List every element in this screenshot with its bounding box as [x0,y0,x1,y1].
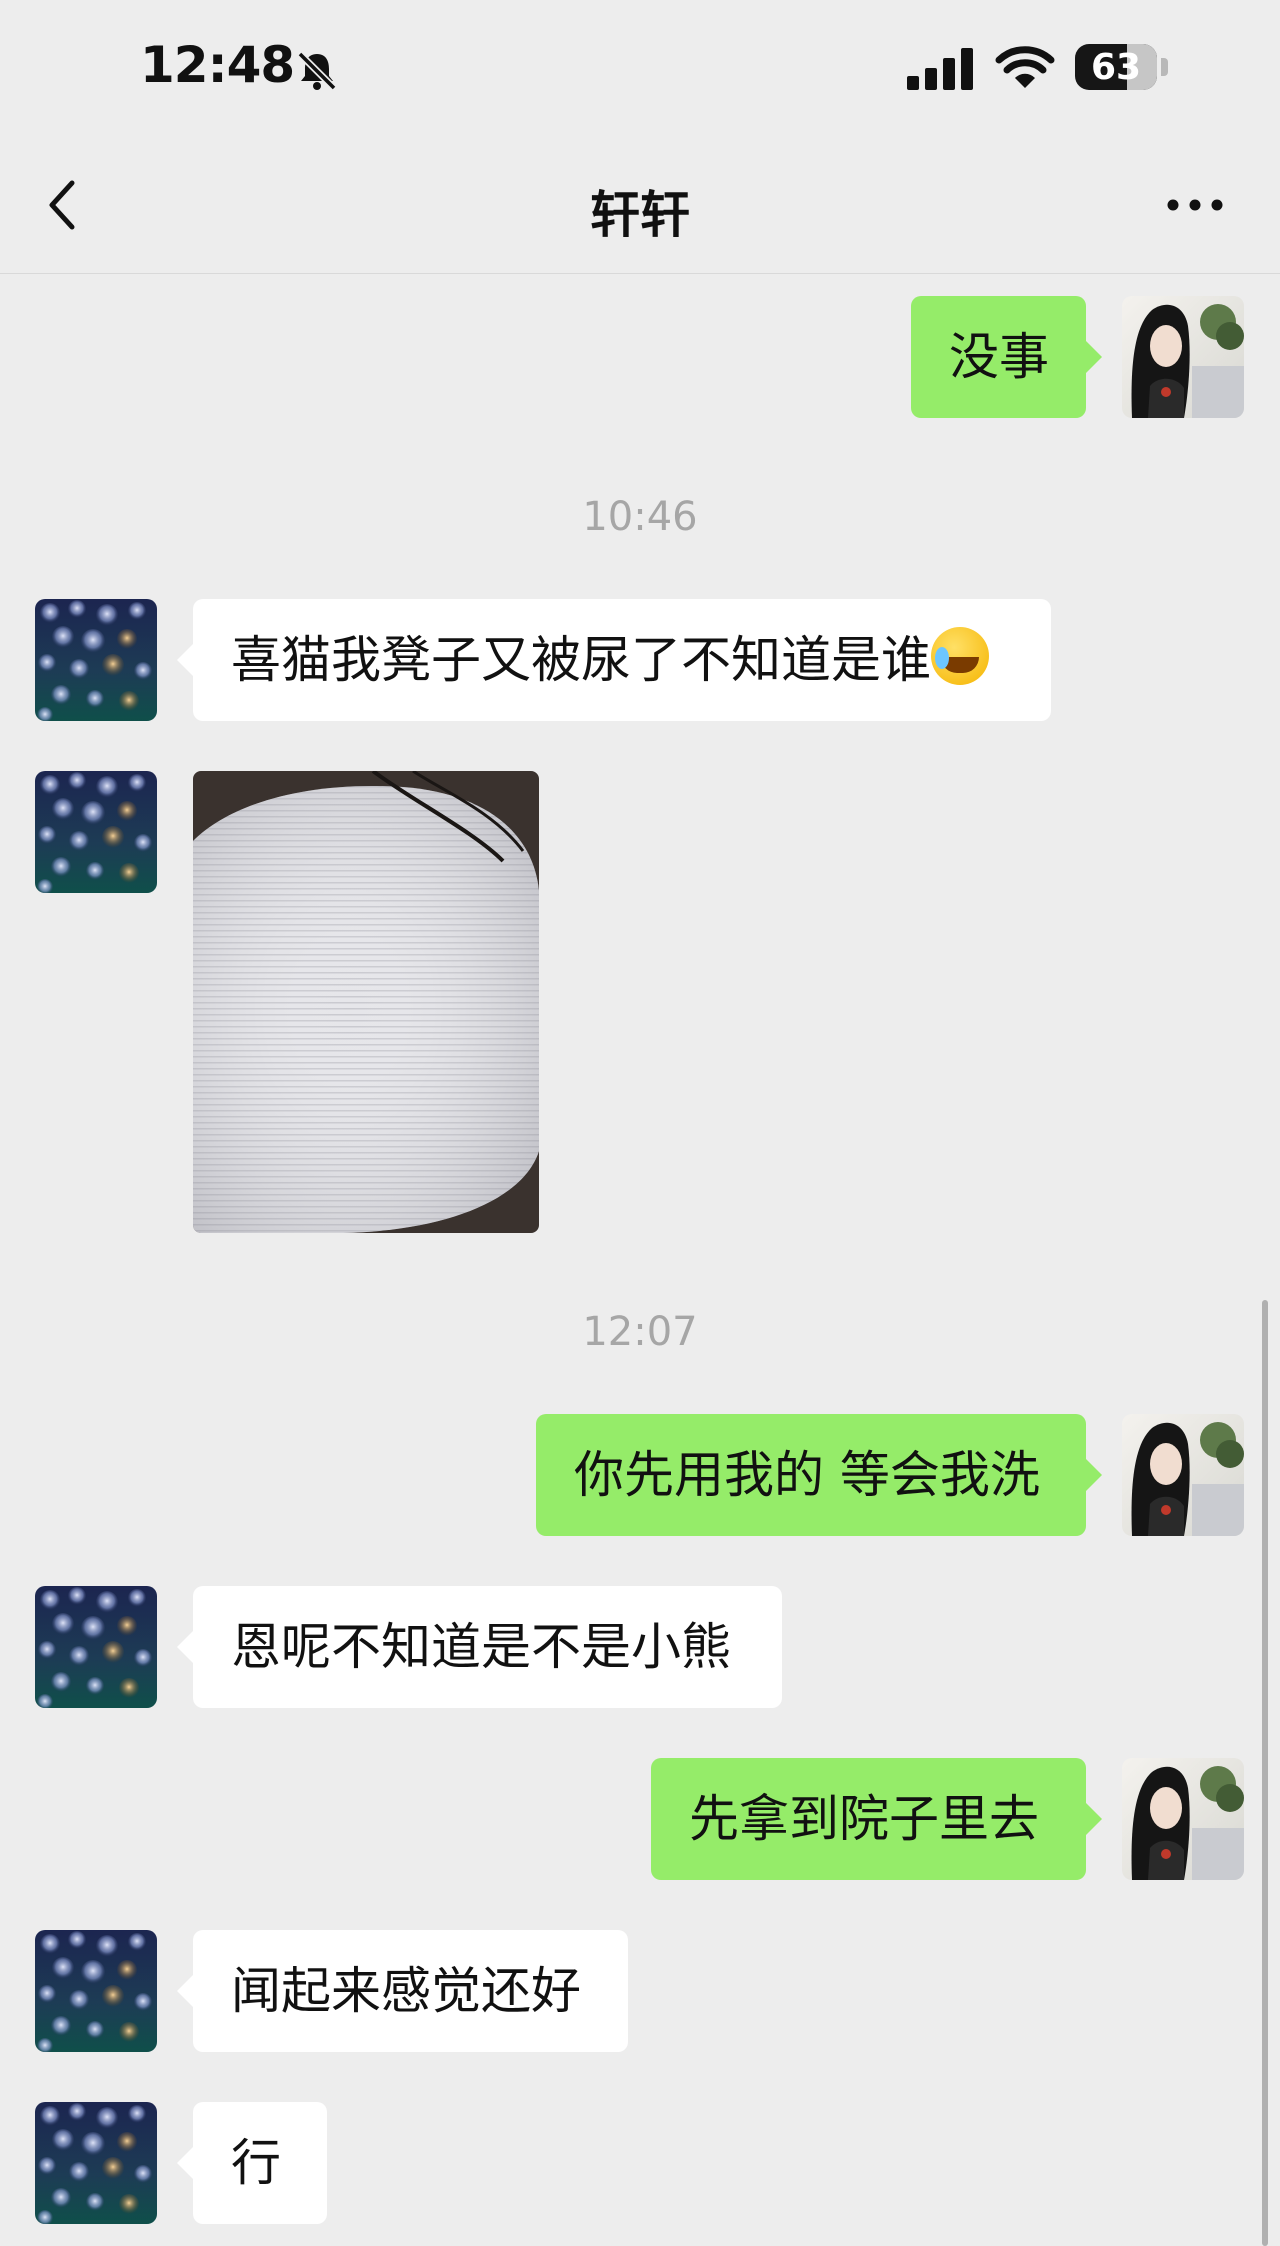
my-avatar[interactable] [1122,1414,1244,1536]
message-bubble-incoming[interactable]: 恩呢不知道是不是小熊 [177,1586,782,1708]
message-text: 闻起来感觉还好 [231,1962,581,2020]
contact-avatar[interactable] [35,599,157,721]
contact-avatar[interactable] [35,1930,157,2052]
chair-photo-icon [193,771,539,1233]
crying-laughing-emoji-icon [931,627,989,685]
message-bubble-outgoing[interactable]: 先拿到院子里去 [651,1758,1102,1880]
timestamp: 12:07 [582,1309,698,1355]
chat-header: 轩轩 [0,135,1280,274]
message-bubble-incoming[interactable]: 行 [177,2102,327,2224]
battery-tip [1161,58,1168,76]
timestamp: 10:46 [582,494,698,540]
my-avatar[interactable] [1122,296,1244,418]
more-dots-icon[interactable] [1165,190,1225,220]
message-bubble-incoming[interactable]: 闻起来感觉还好 [177,1930,628,2052]
scrollbar[interactable] [1262,1300,1268,2246]
message-bubble-incoming[interactable]: 喜猫我凳子又被尿了不知道是谁 [177,599,1051,721]
bell-muted-icon [297,51,337,91]
chat-photo-image[interactable] [193,771,539,1233]
my-avatar[interactable] [1122,1758,1244,1880]
message-text: 没事 [949,328,1049,386]
wifi-icon [995,46,1055,88]
contact-avatar[interactable] [35,1586,157,1708]
message-bubble-outgoing[interactable]: 没事 [911,296,1102,418]
battery-icon: 63 [1075,44,1157,90]
contact-avatar[interactable] [35,771,157,893]
message-text: 恩呢不知道是不是小熊 [231,1618,731,1676]
message-text: 你先用我的 等会我洗 [574,1446,1040,1504]
message-text: 行 [231,2134,281,2192]
message-text: 喜猫我凳子又被尿了不知道是谁 [231,631,931,689]
contact-avatar[interactable] [35,2102,157,2224]
message-list[interactable]: 没事 10:46 喜猫我凳子又被尿了不知道是谁 12:07 你先用我的 等会我洗… [0,274,1280,2246]
battery-level: 63 [1090,46,1142,88]
status-time: 12:48 [140,36,295,94]
message-bubble-outgoing[interactable]: 你先用我的 等会我洗 [536,1414,1102,1536]
cellular-signal-icon [907,48,973,90]
chat-title: 轩轩 [590,186,690,244]
message-text: 先拿到院子里去 [689,1790,1039,1848]
status-bar: 12:48 63 [0,0,1280,135]
